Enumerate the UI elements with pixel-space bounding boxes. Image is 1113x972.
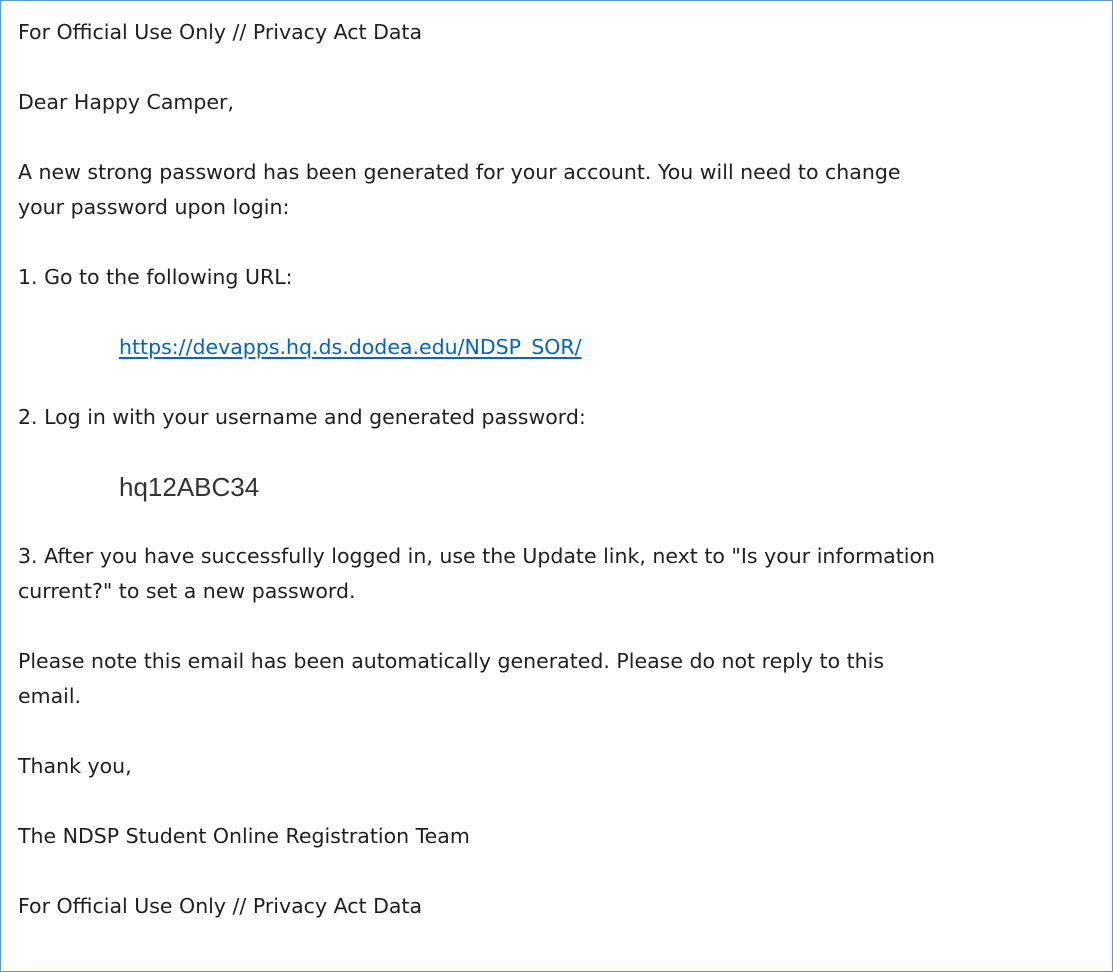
- step-2: 2. Log in with your username and generat…: [18, 405, 586, 429]
- note-line-1: Please note this email has been automati…: [18, 649, 885, 673]
- email-frame: For Official Use Only // Privacy Act Dat…: [0, 0, 1113, 972]
- step-3-line-2: current?" to set a new password.: [18, 579, 356, 603]
- intro-line-2: your password upon login:: [18, 195, 290, 219]
- email-body: For Official Use Only // Privacy Act Dat…: [18, 15, 1103, 924]
- step-3-line-1: 3. After you have successfully logged in…: [18, 544, 936, 568]
- step-1: 1. Go to the following URL:: [18, 265, 293, 289]
- signature: The NDSP Student Online Registration Tea…: [18, 824, 470, 848]
- url-line: https://devapps.hq.ds.dodea.edu/NDSP_SOR…: [18, 330, 1103, 365]
- header-banner: For Official Use Only // Privacy Act Dat…: [18, 20, 423, 44]
- closing: Thank you,: [18, 754, 132, 778]
- footer-banner: For Official Use Only // Privacy Act Dat…: [18, 894, 423, 918]
- greeting: Dear Happy Camper,: [18, 90, 234, 114]
- intro-line-1: A new strong password has been generated…: [18, 160, 901, 184]
- generated-password: hq12ABC34: [119, 472, 260, 502]
- reset-url-link[interactable]: https://devapps.hq.ds.dodea.edu/NDSP_SOR…: [119, 335, 582, 359]
- note-line-2: email.: [18, 684, 82, 708]
